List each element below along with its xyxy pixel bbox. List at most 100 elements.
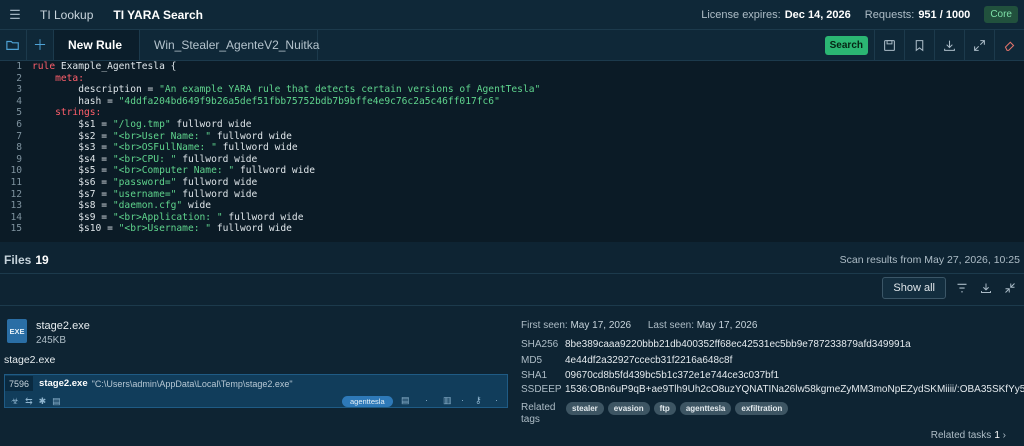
code-line[interactable]: 12 $s7 = "username=" fullword wide <box>0 189 1024 201</box>
network-icon: ⇆ <box>25 395 33 406</box>
last-seen-value: May 17, 2026 <box>696 320 758 331</box>
chevron-right-icon: › <box>1002 430 1006 441</box>
tab-new-rule[interactable]: New Rule <box>54 30 140 60</box>
related-tags-label: Related tags <box>521 402 556 425</box>
download-icon[interactable] <box>934 29 964 61</box>
license-value: Dec 14, 2026 <box>784 8 851 21</box>
tag-agenttesla[interactable]: agenttesla <box>679 402 732 415</box>
editor-actions: Search <box>824 29 1024 61</box>
seen-dates: First seen: May 17, 2026 Last seen: May … <box>521 320 771 331</box>
nav-ti-lookup[interactable]: TI Lookup <box>30 0 103 29</box>
biohazard-icon: ☣ <box>11 395 20 406</box>
download-files-icon[interactable] <box>978 282 994 294</box>
code-line[interactable]: 6 $s1 = "/log.tmp" fullword wide <box>0 119 1024 131</box>
tab-win-stealer[interactable]: Win_Stealer_AgenteV2_Nuitka <box>140 30 319 60</box>
requests-value: 951 / 1000 <box>918 8 971 21</box>
code-text: $s10 = "<br>Username: " fullword wide <box>32 223 292 235</box>
show-all-button[interactable]: Show all <box>882 277 946 299</box>
related-tags: stealer evasion ftp agenttesla exfiltrat… <box>566 402 789 415</box>
filter-icon[interactable] <box>954 282 970 294</box>
dot-icon: · <box>425 395 428 405</box>
line-number: 12 <box>10 188 22 200</box>
code-text: $s5 = "<br>Computer Name: " fullword wid… <box>32 165 316 177</box>
folder-open-icon[interactable] <box>0 30 27 60</box>
files-header: Files 19 Scan results from May 27, 2026,… <box>0 250 1024 270</box>
dot-icon: · <box>461 395 464 405</box>
code-text: $s2 = "<br>User Name: " fullword wide <box>32 130 292 142</box>
rule-tab-bar: ＋ New Rule Win_Stealer_AgenteV2_Nuitka S… <box>0 29 1024 61</box>
scan-results-text: Scan results from May 27, 2026, 10:25 <box>839 254 1020 266</box>
code-text: $s8 = "daemon.cfg" wide <box>32 200 212 212</box>
line-number: 5 <box>16 107 22 119</box>
line-number: 3 <box>16 84 22 96</box>
first-seen-value: May 17, 2026 <box>570 320 632 331</box>
add-tab-icon[interactable]: ＋ <box>27 30 54 60</box>
code-text: hash = "4ddfa204bd649f9b26a5def51fbb7575… <box>32 95 500 107</box>
code-line[interactable]: 7 $s2 = "<br>User Name: " fullword wide <box>0 131 1024 143</box>
process-command: "C:\Users\admin\AppData\Local\Temp\stage… <box>91 378 293 389</box>
code-line[interactable]: 3 description = "An example YARA rule th… <box>0 84 1024 96</box>
account-status: License expires: Dec 14, 2026 Requests: … <box>701 6 1024 23</box>
hash-row-md5: MD5 4e44df2a32927ccecb31f2216a648c8f <box>521 355 733 366</box>
tag-stealer[interactable]: stealer <box>566 402 604 415</box>
line-number: 8 <box>16 142 22 154</box>
requests-label: Requests: <box>864 8 915 21</box>
code-line[interactable]: 13 $s8 = "daemon.cfg" wide <box>0 200 1024 212</box>
registry-icon: ▥ <box>443 395 452 405</box>
code-text: description = "An example YARA rule that… <box>32 84 541 96</box>
line-number: 10 <box>10 165 22 177</box>
save-icon[interactable] <box>874 29 904 61</box>
process-name: stage2.exe <box>39 378 88 389</box>
expand-icon[interactable] <box>964 29 994 61</box>
code-line[interactable]: 5 strings: <box>0 107 1024 119</box>
line-number: 14 <box>10 211 22 223</box>
top-nav: TI Lookup TI YARA Search <box>30 0 213 29</box>
code-text: strings: <box>32 107 102 119</box>
process-tag[interactable]: agenttesla <box>342 396 393 407</box>
menu-icon[interactable]: ☰ <box>0 7 30 23</box>
eraser-icon[interactable] <box>994 29 1024 61</box>
process-pid: 7596 <box>5 376 34 391</box>
file-size: 245KB <box>36 335 67 346</box>
code-line[interactable]: 10 $s5 = "<br>Computer Name: " fullword … <box>0 165 1024 177</box>
code-line[interactable]: 11 $s6 = "password=" fullword wide <box>0 177 1024 189</box>
code-line[interactable]: 15 $s10 = "<br>Username: " fullword wide <box>0 223 1024 235</box>
code-line[interactable]: 14 $s9 = "<br>Application: " fullword wi… <box>0 212 1024 224</box>
bug-icon: ✱ <box>38 395 47 406</box>
code-text: $s1 = "/log.tmp" fullword wide <box>32 118 252 130</box>
first-seen-label: First seen: <box>521 320 568 331</box>
tag-evasion[interactable]: evasion <box>607 402 650 415</box>
search-button[interactable]: Search <box>824 35 868 55</box>
top-bar: ☰ TI Lookup TI YARA Search License expir… <box>0 0 1024 30</box>
collapse-icon[interactable] <box>1002 282 1018 294</box>
code-line[interactable]: 4 hash = "4ddfa204bd649f9b26a5def51fbb75… <box>0 96 1024 108</box>
file-name[interactable]: stage2.exe <box>36 320 90 332</box>
process-row[interactable]: 7596 stage2.exe "C:\Users\admin\AppData\… <box>4 374 508 408</box>
document-icon: ▤ <box>52 395 61 406</box>
last-seen-label: Last seen: <box>647 320 695 331</box>
nav-ti-yara-search[interactable]: TI YARA Search <box>103 0 213 29</box>
line-number: 7 <box>16 130 22 142</box>
code-text: $s9 = "<br>Application: " fullword wide <box>32 211 304 223</box>
code-line[interactable]: 8 $s3 = "<br>OSFullName: " fullword wide <box>0 142 1024 154</box>
tag-exfiltration[interactable]: exfiltration <box>735 402 789 415</box>
line-number: 4 <box>16 95 22 107</box>
related-tasks[interactable]: Related tasks 1 › <box>931 430 1006 441</box>
code-text: $s4 = "<br>CPU: " fullword wide <box>32 153 258 165</box>
file-name-secondary: stage2.exe <box>4 354 56 366</box>
code-text: $s7 = "username=" fullword wide <box>32 188 258 200</box>
hash-row-ssdeep: SSDEEP 1536:OBn6uP9qB+ae9Tlh9Uh2cO8uzYQN… <box>521 384 1024 395</box>
code-text: $s6 = "password=" fullword wide <box>32 176 258 188</box>
tag-ftp[interactable]: ftp <box>653 402 676 415</box>
code-text: meta: <box>32 72 84 84</box>
line-number: 11 <box>10 176 22 188</box>
yara-code-editor[interactable]: 1 rule Example_AgentTesla {2 meta: 3 descr… <box>0 61 1024 242</box>
line-number: 6 <box>16 118 22 130</box>
code-line[interactable]: 9 $s4 = "<br>CPU: " fullword wide <box>0 154 1024 166</box>
code-line[interactable]: 2 meta: <box>0 73 1024 85</box>
exe-file-icon: EXE <box>7 319 27 343</box>
bookmark-icon[interactable] <box>904 29 934 61</box>
code-line[interactable]: 1 rule Example_AgentTesla { <box>0 61 1024 73</box>
line-number: 1 <box>16 61 22 72</box>
files-toolbar: Show all <box>0 274 1024 302</box>
